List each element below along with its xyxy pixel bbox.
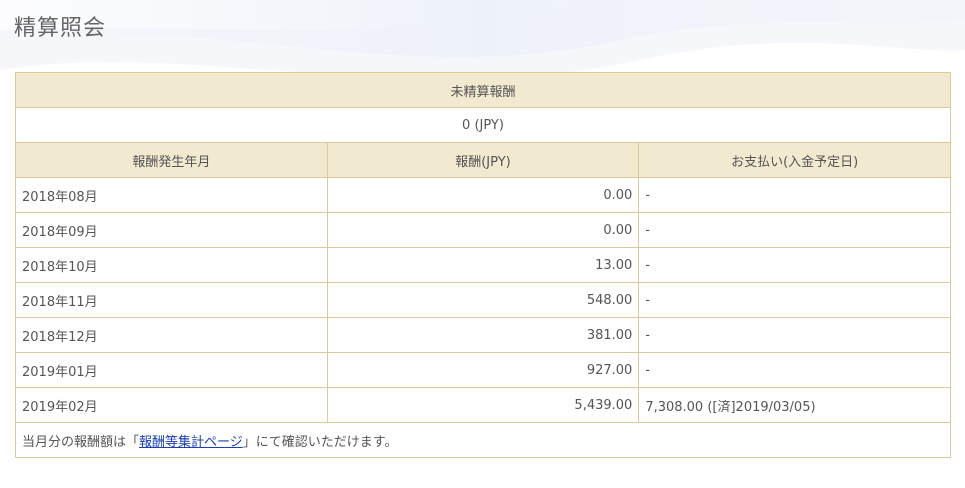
cell-amount: 13.00 xyxy=(326,247,640,283)
table-row: 2018年10月 13.00 - xyxy=(15,247,951,283)
cell-amount: 548.00 xyxy=(326,282,640,318)
table-row: 2018年09月 0.00 - xyxy=(15,212,951,248)
cell-month: 2018年08月 xyxy=(15,177,328,213)
cell-amount: 381.00 xyxy=(326,317,640,353)
cell-payment: - xyxy=(638,352,951,388)
note-row: 当月分の報酬額は「報酬等集計ページ」にて確認いただけます。 xyxy=(15,422,951,458)
unsettled-value: 0 (JPY) xyxy=(15,107,951,143)
cell-payment: - xyxy=(638,177,951,213)
cell-amount: 0.00 xyxy=(326,212,640,248)
unsettled-label: 未精算報酬 xyxy=(15,72,951,108)
note-suffix: 」にて確認いただけます。 xyxy=(242,434,398,450)
table-row: 2019年01月 927.00 - xyxy=(15,352,951,388)
cell-month: 2019年02月 xyxy=(15,387,328,423)
column-header-row: 報酬発生年月 報酬(JPY) お支払い(入金予定日) xyxy=(15,142,951,178)
note-prefix: 当月分の報酬額は「 xyxy=(22,434,140,450)
cell-month: 2018年11月 xyxy=(15,282,328,318)
table-row: 2019年02月 5,439.00 7,308.00 ([済]2019/03/0… xyxy=(15,387,951,423)
cell-payment: 7,308.00 ([済]2019/03/05) xyxy=(638,387,951,423)
unsettled-value-row: 0 (JPY) xyxy=(15,107,951,143)
cell-payment: - xyxy=(638,282,951,318)
column-header-amount: 報酬(JPY) xyxy=(326,142,640,178)
cell-month: 2018年09月 xyxy=(15,212,328,248)
cell-month: 2019年01月 xyxy=(15,352,328,388)
settlement-table: 未精算報酬 0 (JPY) 報酬発生年月 報酬(JPY) お支払い(入金予定日)… xyxy=(15,72,951,458)
table-row: 2018年11月 548.00 - xyxy=(15,282,951,318)
cell-amount: 927.00 xyxy=(326,352,640,388)
summary-page-link[interactable]: 報酬等集計ページ xyxy=(139,435,243,450)
cell-month: 2018年12月 xyxy=(15,317,328,353)
cell-month: 2018年10月 xyxy=(15,247,328,283)
page-title: 精算照会 xyxy=(14,16,107,41)
cell-payment: - xyxy=(638,317,951,353)
table-row: 2018年12月 381.00 - xyxy=(15,317,951,353)
column-header-payment: お支払い(入金予定日) xyxy=(638,142,951,178)
unsettled-header-row: 未精算報酬 xyxy=(15,72,951,108)
table-row: 2018年08月 0.00 - xyxy=(15,177,951,213)
cell-payment: - xyxy=(638,212,951,248)
cell-amount: 0.00 xyxy=(326,177,640,213)
cell-amount: 5,439.00 xyxy=(326,387,640,423)
cell-payment: - xyxy=(638,247,951,283)
column-header-month: 報酬発生年月 xyxy=(15,142,328,178)
note-cell: 当月分の報酬額は「報酬等集計ページ」にて確認いただけます。 xyxy=(15,422,951,458)
